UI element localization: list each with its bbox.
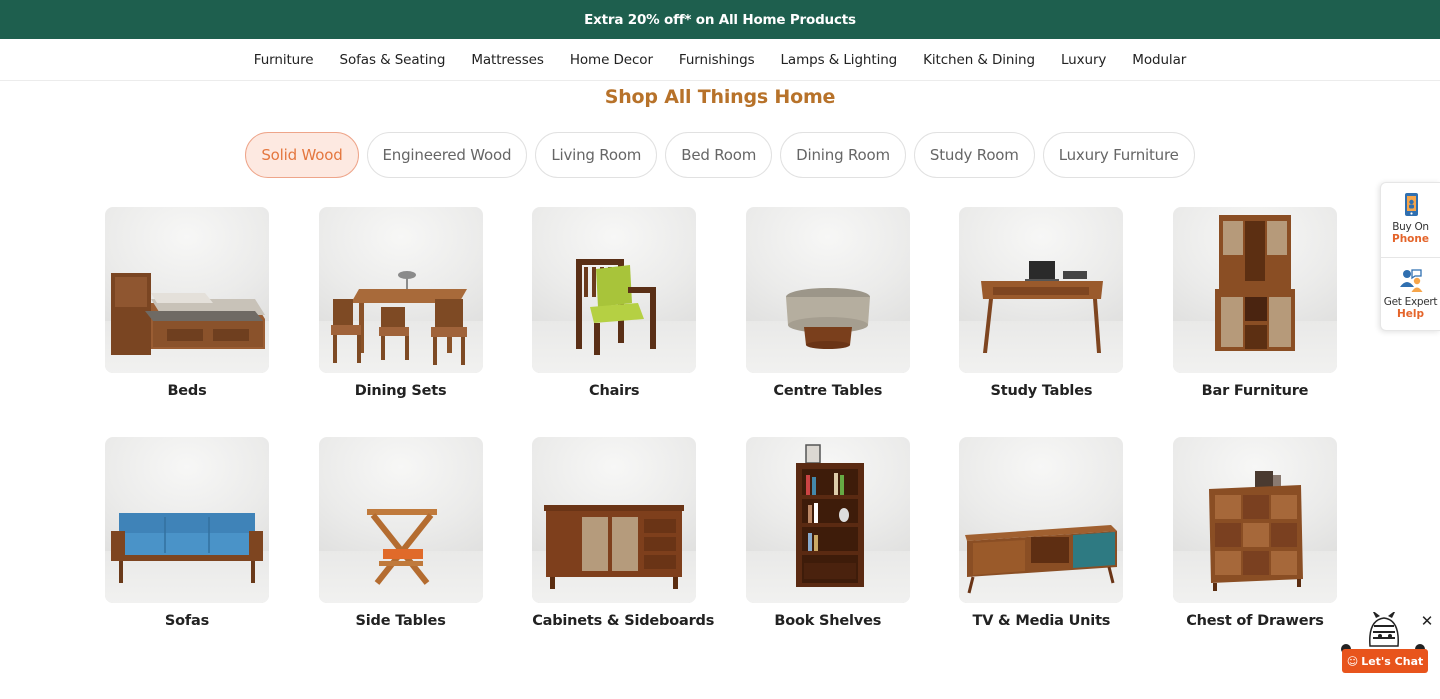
buy-on-phone-line1: Buy On xyxy=(1392,221,1429,233)
nav-item-furniture[interactable]: Furniture xyxy=(241,52,327,68)
category-image-chairs[interactable] xyxy=(532,207,697,373)
category-label[interactable]: Dining Sets xyxy=(319,383,483,399)
side-help-widget: Buy On Phone Get Expert Help xyxy=(1380,182,1440,331)
chair-image xyxy=(576,259,657,355)
category-label[interactable]: Book Shelves xyxy=(746,613,910,629)
category-image-sofas[interactable] xyxy=(105,437,269,603)
category-image-study-tables[interactable] xyxy=(959,207,1124,373)
category-card-tv-media-units[interactable]: TV & Media Units xyxy=(959,437,1124,629)
category-image-side-tables[interactable] xyxy=(318,437,483,603)
nav-item-kitchen-dining[interactable]: Kitchen & Dining xyxy=(910,52,1048,68)
dining-set-image xyxy=(330,271,467,365)
lets-chat-button[interactable]: ☺ Let's Chat xyxy=(1342,649,1428,673)
nav-item-sofas-seating[interactable]: Sofas & Seating xyxy=(327,52,459,68)
chat-bubble-icon: ☺ xyxy=(1346,654,1359,668)
filter-pill-engineered-wood[interactable]: Engineered Wood xyxy=(366,132,528,178)
buy-on-phone-button[interactable]: Buy On Phone xyxy=(1381,183,1440,257)
category-card-side-tables[interactable]: Side Tables xyxy=(318,437,483,629)
sofa-image xyxy=(111,513,263,583)
study-table-image xyxy=(981,261,1104,353)
centre-table-image xyxy=(785,288,870,349)
category-label[interactable]: Cabinets & Sideboards xyxy=(532,613,714,629)
category-label[interactable]: Centre Tables xyxy=(746,383,910,399)
filter-pill-bed-room[interactable]: Bed Room xyxy=(665,132,773,178)
category-label[interactable]: Chairs xyxy=(532,383,696,399)
chest-of-drawers-image xyxy=(1208,471,1303,591)
category-image-bar-furniture[interactable] xyxy=(1172,207,1337,373)
nav-item-lamps-lighting[interactable]: Lamps & Lighting xyxy=(768,52,911,68)
category-grid: Beds Dining Sets Chairs Centre Tables St… xyxy=(105,207,1337,629)
category-image-chest-of-drawers[interactable] xyxy=(1172,437,1337,603)
bookshelf-image xyxy=(795,444,864,587)
filter-pill-solid-wood[interactable]: Solid Wood xyxy=(245,132,359,178)
category-card-sofas[interactable]: Sofas xyxy=(105,437,269,629)
nav-item-furnishings[interactable]: Furnishings xyxy=(666,52,768,68)
bar-cabinet-image xyxy=(1214,215,1295,351)
category-card-study-tables[interactable]: Study Tables xyxy=(959,207,1124,399)
nav-item-modular[interactable]: Modular xyxy=(1119,52,1199,68)
category-image-book-shelves[interactable] xyxy=(745,437,910,603)
category-card-book-shelves[interactable]: Book Shelves xyxy=(745,437,910,629)
category-label[interactable]: Side Tables xyxy=(319,613,483,629)
buy-on-phone-line2: Phone xyxy=(1392,233,1429,245)
category-card-dining-sets[interactable]: Dining Sets xyxy=(318,207,483,399)
category-image-centre-tables[interactable] xyxy=(745,207,910,373)
category-card-cabinets-sideboards[interactable]: Cabinets & Sideboards xyxy=(532,437,714,629)
category-label[interactable]: Beds xyxy=(105,383,269,399)
promo-text[interactable]: Extra 20% off* on All Home Products xyxy=(584,12,856,28)
expert-icon xyxy=(1399,269,1422,292)
get-expert-help-button[interactable]: Get Expert Help xyxy=(1381,257,1440,331)
tv-unit-image xyxy=(965,525,1118,594)
nav-item-home-decor[interactable]: Home Decor xyxy=(557,52,666,68)
get-expert-help-line2: Help xyxy=(1396,308,1425,320)
sideboard-image xyxy=(544,505,685,589)
main-nav: Furniture Sofas & Seating Mattresses Hom… xyxy=(0,39,1440,81)
category-card-chairs[interactable]: Chairs xyxy=(532,207,697,399)
category-image-tv-media-units[interactable] xyxy=(959,437,1124,603)
section-title: Shop All Things Home xyxy=(604,86,836,108)
category-label[interactable]: Chest of Drawers xyxy=(1173,613,1337,629)
side-table-image xyxy=(366,509,437,585)
category-label[interactable]: Sofas xyxy=(105,613,269,629)
filter-pill-living-room[interactable]: Living Room xyxy=(535,132,658,178)
filter-pill-luxury-furniture[interactable]: Luxury Furniture xyxy=(1042,132,1195,178)
nav-item-luxury[interactable]: Luxury xyxy=(1048,52,1119,68)
filter-pill-study-room[interactable]: Study Room xyxy=(913,132,1035,178)
category-card-chest-of-drawers[interactable]: Chest of Drawers xyxy=(1172,437,1337,629)
category-card-bar-furniture[interactable]: Bar Furniture xyxy=(1172,207,1337,399)
category-card-beds[interactable]: Beds xyxy=(105,207,269,399)
category-image-dining-sets[interactable] xyxy=(318,207,483,373)
filter-pill-dining-room[interactable]: Dining Room xyxy=(780,132,906,178)
bed-image xyxy=(111,273,265,355)
category-label[interactable]: Bar Furniture xyxy=(1173,383,1337,399)
filter-pills: Solid Wood Engineered Wood Living Room B… xyxy=(0,132,1440,178)
category-image-beds[interactable] xyxy=(105,207,269,373)
category-card-centre-tables[interactable]: Centre Tables xyxy=(745,207,910,399)
promo-bar[interactable]: Extra 20% off* on All Home Products xyxy=(0,0,1440,39)
category-label[interactable]: Study Tables xyxy=(959,383,1123,399)
lets-chat-label: Let's Chat xyxy=(1361,654,1424,668)
get-expert-help-line1: Get Expert xyxy=(1383,296,1438,308)
phone-icon xyxy=(1404,193,1418,216)
nav-item-mattresses[interactable]: Mattresses xyxy=(458,52,556,68)
category-label[interactable]: TV & Media Units xyxy=(959,613,1123,629)
category-image-cabinets-sideboards[interactable] xyxy=(532,437,697,603)
